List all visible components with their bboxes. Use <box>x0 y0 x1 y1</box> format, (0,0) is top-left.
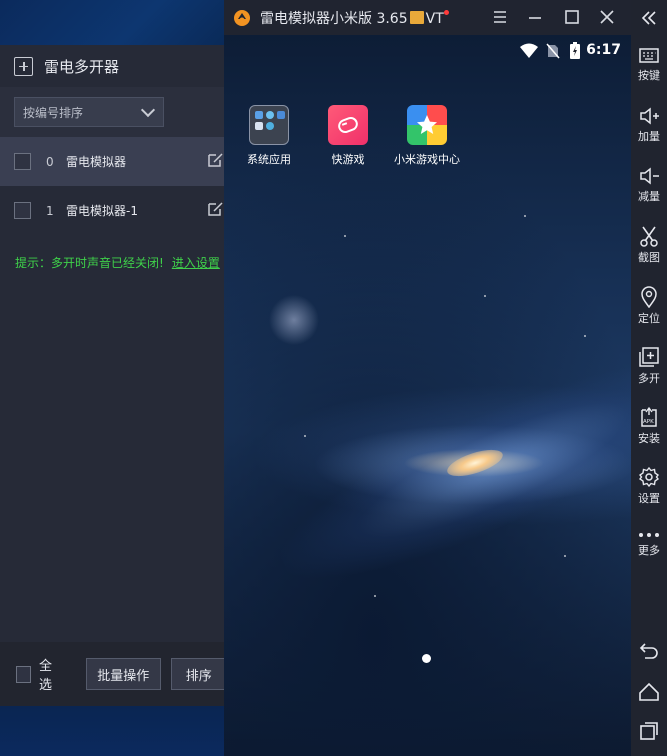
toolbar-label: 多开 <box>638 372 660 385</box>
no-sim-icon <box>546 43 560 59</box>
sort-row: 按编号排序 <box>0 87 225 137</box>
desktop-background-top <box>0 0 225 45</box>
leidian-logo-icon <box>234 9 250 26</box>
toolbar-label: 按键 <box>638 69 660 82</box>
app-system-apps[interactable]: 系统应用 <box>229 105 309 167</box>
toolbar-label: 减量 <box>638 190 660 203</box>
star <box>344 235 346 237</box>
instance-index: 1 <box>46 203 54 218</box>
close-icon[interactable] <box>598 8 616 26</box>
multi-opener-header: 雷电多开器 <box>0 45 225 87</box>
star <box>374 595 376 597</box>
star <box>584 335 586 337</box>
toolbar-install-apk[interactable]: APK 安装 <box>631 406 667 446</box>
app-quick-game[interactable]: 快游戏 <box>308 105 388 167</box>
sort-button[interactable]: 排序 <box>170 658 225 690</box>
desktop-background-bottom <box>0 706 225 756</box>
svg-text:APK: APK <box>643 419 654 425</box>
home-icon[interactable] <box>638 681 660 703</box>
toolbar-label: 安装 <box>638 432 660 445</box>
toolbar-label: 定位 <box>638 312 660 325</box>
edit-icon[interactable] <box>207 201 223 217</box>
page-indicator <box>422 654 431 663</box>
gear-icon <box>638 466 660 488</box>
collapse-toolbar-icon[interactable] <box>640 9 658 27</box>
emulator-titlebar[interactable]: 雷电模拟器小米版 3.65 VT <box>224 0 631 35</box>
toolbar-volume-down[interactable]: 减量 <box>631 166 667 204</box>
instance-index: 0 <box>46 154 54 169</box>
menu-icon[interactable] <box>491 8 509 26</box>
instance-checkbox[interactable] <box>14 202 31 219</box>
toolbar-location[interactable]: 定位 <box>631 286 667 326</box>
instance-checkbox[interactable] <box>14 153 31 170</box>
emulator-title: 雷电模拟器小米版 3.65 VT <box>260 8 449 28</box>
wifi-icon <box>520 43 538 58</box>
select-all-checkbox[interactable] <box>16 665 32 683</box>
toolbar-volume-up[interactable]: 加量 <box>631 106 667 144</box>
status-time: 6:17 <box>586 42 621 58</box>
more-dots-icon <box>639 533 659 537</box>
add-instance-icon[interactable] <box>14 56 33 76</box>
edit-icon[interactable] <box>207 152 223 168</box>
toolbar-label: 更多 <box>638 544 660 557</box>
right-toolbar: 按键 加量 减量 截图 定位 多开 APK 安装 设置 更多 <box>631 0 667 756</box>
back-icon[interactable] <box>638 640 660 662</box>
instance-name: 雷电模拟器-1 <box>66 204 138 218</box>
instance-row[interactable]: 1 雷电模拟器-1 <box>0 186 225 235</box>
toolbar-label: 加量 <box>638 130 660 143</box>
keyboard-icon <box>639 48 659 63</box>
toolbar-more[interactable]: 更多 <box>631 530 667 558</box>
location-pin-icon <box>641 286 657 308</box>
star <box>304 435 306 437</box>
star <box>564 555 566 557</box>
battery-charging-icon <box>570 42 580 59</box>
star <box>484 295 486 297</box>
emulator-title-text: 雷电模拟器小米版 3.65 <box>260 10 408 27</box>
notification-dot <box>443 9 449 15</box>
app-mi-game-center[interactable]: 小米游戏中心 <box>387 105 467 167</box>
toolbar-label: 设置 <box>638 492 660 505</box>
select-all-label: 全选 <box>39 659 53 693</box>
recent-apps-icon[interactable] <box>638 720 660 742</box>
toolbar-multi-open[interactable]: 多开 <box>631 346 667 386</box>
instance-row[interactable]: 0 雷电模拟器 <box>0 137 225 186</box>
instance-name: 雷电模拟器 <box>66 155 127 169</box>
batch-operation-button[interactable]: 批量操作 <box>85 658 161 690</box>
toolbar-label: 截图 <box>638 251 660 264</box>
sort-select-value: 按编号排序 <box>23 105 84 120</box>
system-apps-folder-icon <box>249 105 289 145</box>
star <box>524 215 526 217</box>
app-label: 小米游戏中心 <box>394 153 460 166</box>
scissors-icon <box>640 226 658 247</box>
multi-open-icon <box>639 347 659 367</box>
chevron-down-icon <box>140 102 156 117</box>
multi-opener-title: 雷电多开器 <box>44 57 120 76</box>
quick-game-icon <box>328 105 368 145</box>
gift-icon[interactable] <box>409 10 424 24</box>
multi-opener-panel: 雷电多开器 按编号排序 0 雷电模拟器 1 雷电模拟器-1 提示：多开时声音已经… <box>0 45 225 706</box>
android-screen[interactable]: 6:17 系统应用 快游戏 小米游戏中心 <box>224 35 631 756</box>
multi-opener-footer: 全选 批量操作 排序 <box>0 642 225 706</box>
minimize-icon[interactable] <box>526 8 544 26</box>
volume-down-icon <box>640 167 659 185</box>
app-label: 快游戏 <box>331 153 365 166</box>
vt-label: VT <box>425 10 444 27</box>
android-status-bar: 6:17 <box>224 35 631 68</box>
toolbar-settings[interactable]: 设置 <box>631 466 667 506</box>
toolbar-keymap[interactable]: 按键 <box>631 45 667 83</box>
hint-text: 提示：多开时声音已经关闭! <box>15 256 164 270</box>
sort-select[interactable]: 按编号排序 <box>14 97 164 127</box>
app-label: 系统应用 <box>247 153 291 166</box>
apk-install-icon: APK <box>641 406 657 427</box>
settings-link[interactable]: 进入设置 <box>172 256 220 270</box>
maximize-icon[interactable] <box>563 8 581 26</box>
volume-up-icon <box>640 107 659 125</box>
toolbar-screenshot[interactable]: 截图 <box>631 225 667 265</box>
mi-game-center-icon <box>407 105 447 145</box>
sound-off-hint: 提示：多开时声音已经关闭! 进入设置 <box>0 235 225 271</box>
